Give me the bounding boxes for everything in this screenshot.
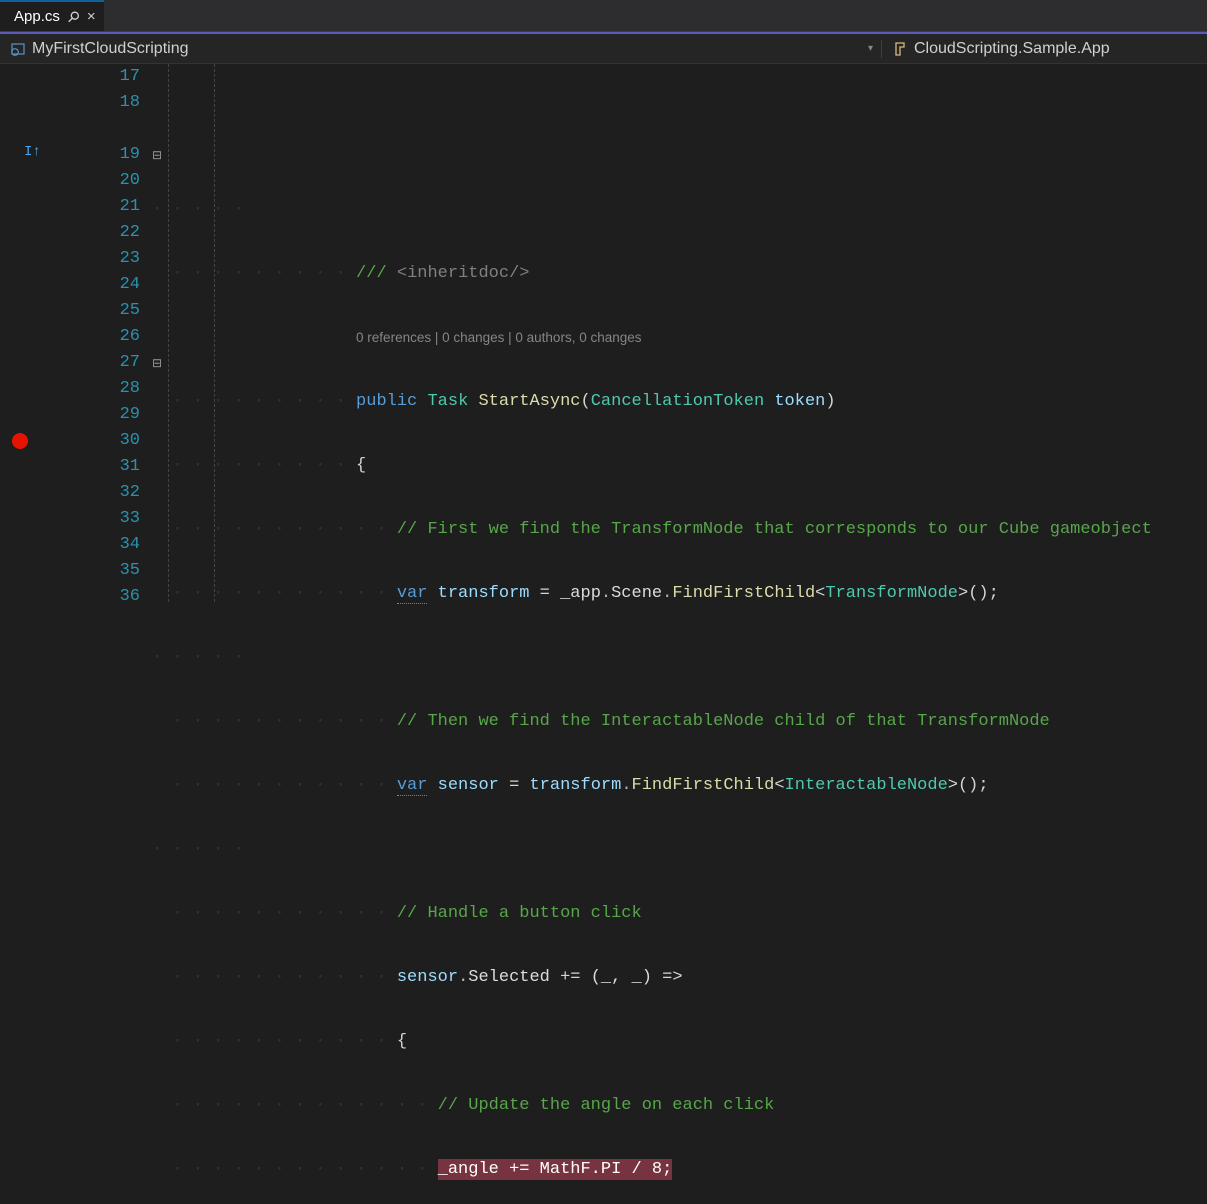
comment: // First we find the TransformNode that … — [397, 520, 1152, 539]
line-number: 28 — [48, 376, 140, 402]
line-number: 26 — [48, 324, 140, 350]
line-number: 19 — [48, 142, 140, 168]
line-number: 18 — [48, 90, 140, 116]
scope-selector-left[interactable]: MyFirstCloudScripting ▾ — [0, 40, 882, 58]
line-number-gutter: 1718192021222324252627282930313233343536 — [48, 64, 152, 602]
line-number: 24 — [48, 272, 140, 298]
tracking-marker-icon: I↑ — [24, 144, 41, 160]
xml-doc: /// — [356, 264, 397, 283]
fold-toggle-icon[interactable]: ⊟ — [152, 148, 162, 163]
line-number: 17 — [48, 64, 140, 90]
comment: // Update the angle on each click — [438, 1096, 775, 1115]
line-number: 21 — [48, 194, 140, 220]
line-number: 31 — [48, 454, 140, 480]
breadcrumb-right-label: CloudScripting.Sample.App — [914, 40, 1110, 58]
line-number: 29 — [48, 402, 140, 428]
navigation-bar: MyFirstCloudScripting ▾ CloudScripting.S… — [0, 32, 1207, 64]
scope-selector-right[interactable]: CloudScripting.Sample.App — [882, 40, 1207, 58]
glyph-margin[interactable]: I↑ — [0, 64, 48, 602]
chevron-down-icon: ▾ — [868, 43, 873, 54]
line-number: 27 — [48, 350, 140, 376]
close-icon[interactable]: × — [87, 8, 96, 25]
line-number: 35 — [48, 558, 140, 584]
editor-tab[interactable]: App.cs ⚲ × — [0, 0, 104, 31]
comment: // Handle a button click — [397, 904, 642, 923]
class-icon — [892, 41, 908, 57]
fold-toggle-icon[interactable]: ⊟ — [152, 356, 162, 371]
line-number: 34 — [48, 532, 140, 558]
breadcrumb-left-label: MyFirstCloudScripting — [32, 40, 188, 58]
line-number: 36 — [48, 584, 140, 610]
line-number: 30 — [48, 428, 140, 454]
code-editor[interactable]: I↑ 1718 192021222324252627282930313233343… — [0, 64, 1207, 602]
comment: // Then we find the InteractableNode chi… — [397, 712, 1050, 731]
line-number: 32 — [48, 480, 140, 506]
pin-icon[interactable]: ⚲ — [63, 6, 84, 27]
codelens-info[interactable]: 0 references | 0 changes | 0 authors, 0 … — [356, 330, 641, 345]
breakpoint-icon[interactable] — [12, 433, 28, 449]
line-number: 33 — [48, 506, 140, 532]
tab-bar: App.cs ⚲ × — [0, 0, 1207, 32]
line-number: 20 — [48, 168, 140, 194]
project-icon — [10, 41, 26, 57]
code-area[interactable]: ⊟ ⊟ · · · · · · · · · · · · · · /// <inh… — [152, 64, 1207, 602]
current-execution-line: _angle += MathF.PI / 8; — [438, 1159, 673, 1180]
line-number: 23 — [48, 246, 140, 272]
line-number: 22 — [48, 220, 140, 246]
tab-label: App.cs — [14, 8, 60, 25]
line-number: 25 — [48, 298, 140, 324]
